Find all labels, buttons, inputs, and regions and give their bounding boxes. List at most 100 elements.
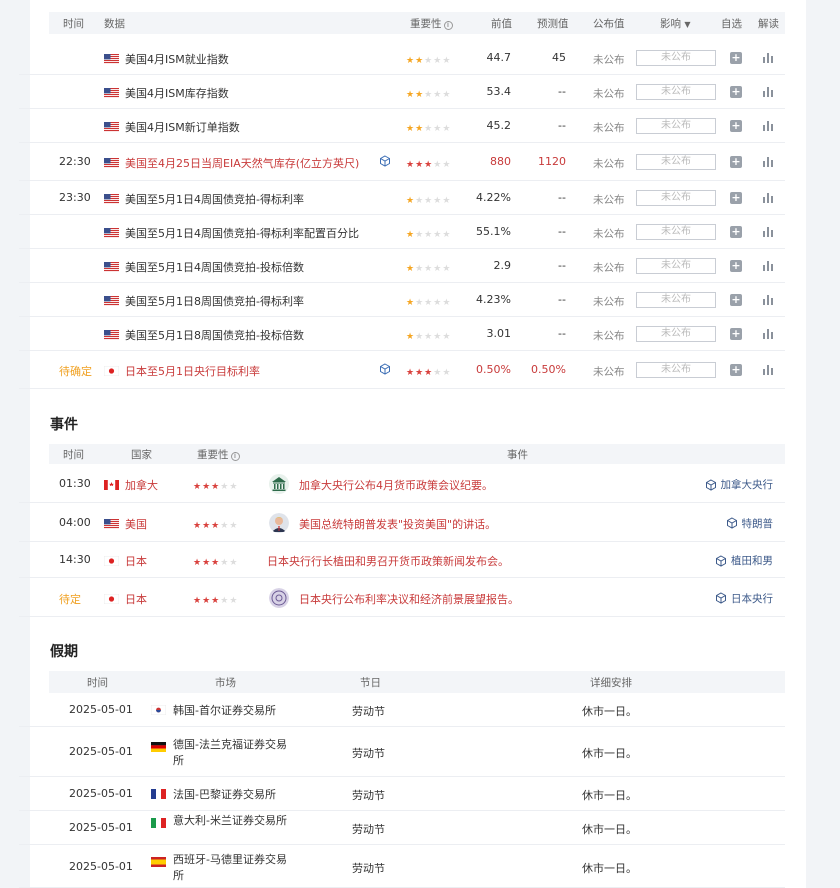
row-forecast: -- — [558, 85, 566, 98]
event-text[interactable]: 日本央行行长植田和男召开货币政策新闻发布会。 — [267, 553, 509, 569]
row-stars: ★ ★ ★ ★ ★ — [406, 87, 450, 100]
cube-icon[interactable] — [715, 554, 727, 567]
chart-bars-icon[interactable] — [762, 328, 774, 340]
col-importance[interactable]: 重要性 i — [410, 16, 453, 31]
add-watch-button[interactable]: + — [730, 294, 742, 306]
chart-bars-icon[interactable] — [762, 120, 774, 132]
row-prev: 44.7 — [486, 51, 512, 64]
event-row[interactable]: 14:30 日本 ★ ★ ★ ★ ★ 日本央行行长植田和男召开货币政策新闻发布会。 植田… — [19, 542, 785, 578]
interpret-link[interactable] — [762, 364, 774, 379]
event-text[interactable]: 日本央行公布利率决议和经济前景展望报告。 — [299, 591, 519, 607]
add-watch-button[interactable]: + — [730, 156, 742, 168]
holiday-detail: 休市一日。 — [582, 705, 637, 718]
data-row[interactable]: 待确定 日本至5月1日央行目标利率 ★ ★ ★ ★ ★ 0.50% 0.50% 未公布 … — [19, 351, 785, 389]
cube-icon[interactable] — [715, 592, 727, 604]
cube-icon[interactable] — [705, 478, 717, 491]
event-stars: ★ ★ ★ ★ ★ — [193, 479, 237, 492]
ho-col-detail: 详细安排 — [590, 676, 632, 689]
data-row[interactable]: 美国至5月1日4周国债竞拍-投标倍数 ★ ★ ★ ★ ★ 2.9 -- 未公布 未公布 … — [19, 249, 785, 283]
cube-link[interactable] — [379, 155, 391, 170]
row-name[interactable]: 美国4月ISM库存指数 — [125, 85, 229, 101]
add-watch-button[interactable]: + — [730, 120, 742, 132]
row-name[interactable]: 日本至5月1日央行目标利率 — [125, 363, 260, 379]
chart-bars-icon[interactable] — [762, 86, 774, 98]
event-text[interactable]: 加拿大央行公布4月货币政策会议纪要。 — [299, 477, 493, 493]
cube-icon[interactable] — [726, 517, 738, 529]
ev-col-importance: 重要性 i — [197, 447, 240, 462]
row-name[interactable]: 美国至5月1日4周国债竞拍-得标利率 — [125, 191, 304, 207]
data-row[interactable]: 美国至5月1日8周国债竞拍-投标倍数 ★ ★ ★ ★ ★ 3.01 -- 未公布 未公布… — [19, 317, 785, 351]
row-name[interactable]: 美国至5月1日8周国债竞拍-投标倍数 — [125, 327, 304, 343]
event-link[interactable]: 日本央行 — [715, 591, 773, 606]
interpret-link[interactable] — [762, 192, 774, 207]
holiday-row: 2025-05-01 德国-法兰克福证券交易所 劳动节 休市一日。 — [19, 727, 785, 777]
chart-bars-icon[interactable] — [762, 192, 774, 204]
chart-bars-icon[interactable] — [762, 364, 774, 376]
info-icon[interactable]: i — [230, 451, 240, 461]
event-link[interactable]: 加拿大央行 — [705, 477, 773, 492]
interpret-link[interactable] — [762, 52, 774, 67]
add-watch-button[interactable]: + — [730, 364, 742, 376]
interpret-link[interactable] — [762, 86, 774, 101]
info-icon[interactable]: i — [443, 20, 453, 30]
event-link-label: 特朗普 — [741, 517, 774, 530]
row-name[interactable]: 美国4月ISM就业指数 — [125, 51, 229, 67]
data-row[interactable]: 美国4月ISM就业指数 ★ ★ ★ ★ ★ 44.7 45 未公布 未公布 + — [19, 41, 785, 75]
col-impact[interactable]: 影响 ▼ — [660, 16, 691, 31]
row-prev: 45.2 — [486, 119, 512, 132]
chart-bars-icon[interactable] — [762, 294, 774, 306]
data-row[interactable]: 美国至5月1日4周国债竞拍-得标利率配置百分比 ★ ★ ★ ★ ★ 55.1% -- 未… — [19, 215, 785, 249]
col-time: 时间 — [63, 17, 84, 30]
interpret-link[interactable] — [762, 260, 774, 275]
data-row[interactable]: 22:30 美国至4月25日当周EIA天然气库存(亿立方英尺) ★ ★ ★ ★ ★ 88… — [19, 143, 785, 181]
row-flag-us — [104, 192, 119, 205]
row-name[interactable]: 美国至4月25日当周EIA天然气库存(亿立方英尺) — [125, 155, 359, 171]
row-forecast: 45 — [552, 51, 566, 64]
row-forecast: -- — [558, 327, 566, 340]
event-country: 美国 — [125, 517, 147, 531]
add-watch-button[interactable]: + — [730, 260, 742, 272]
event-row[interactable]: 04:00 美国 ★ ★ ★ ★ ★ 美国总统特朗普发表"投资美国"的讲话。 特朗普 — [19, 503, 785, 542]
event-flag-jp — [104, 592, 119, 605]
chart-bars-icon[interactable] — [762, 260, 774, 272]
data-row[interactable]: 美国4月ISM库存指数 ★ ★ ★ ★ ★ 53.4 -- 未公布 未公布 + — [19, 75, 785, 109]
event-link[interactable]: 特朗普 — [726, 516, 774, 531]
add-watch-button[interactable]: + — [730, 328, 742, 340]
row-name[interactable]: 美国至5月1日8周国债竞拍-得标利率 — [125, 293, 304, 309]
interpret-link[interactable] — [762, 226, 774, 241]
cube-icon[interactable] — [379, 363, 391, 375]
event-text[interactable]: 美国总统特朗普发表"投资美国"的讲话。 — [299, 516, 496, 532]
chart-bars-icon[interactable] — [762, 226, 774, 238]
data-row[interactable]: 美国至5月1日8周国债竞拍-得标利率 ★ ★ ★ ★ ★ 4.23% -- 未公布 未公… — [19, 283, 785, 317]
row-time: 待确定 — [59, 365, 92, 378]
holiday-festival: 劳动节 — [352, 747, 385, 760]
cube-link[interactable] — [379, 363, 391, 378]
add-watch-button[interactable]: + — [730, 192, 742, 204]
holiday-market: 法国-巴黎证券交易所 — [173, 788, 276, 801]
event-row[interactable]: 01:30 加拿大 ★ ★ ★ ★ ★ 加拿大央行公布4月货币政策会议纪要。 加拿大央行 — [19, 465, 785, 503]
add-watch-button[interactable]: + — [730, 86, 742, 98]
row-forecast: -- — [558, 191, 566, 204]
row-name[interactable]: 美国至5月1日4周国债竞拍-得标利率配置百分比 — [125, 225, 359, 241]
ho-col-time: 时间 — [87, 676, 108, 689]
interpret-link[interactable] — [762, 120, 774, 135]
row-name[interactable]: 美国至5月1日4周国债竞拍-投标倍数 — [125, 259, 304, 275]
interpret-link[interactable] — [762, 328, 774, 343]
holiday-date: 2025-05-01 — [69, 821, 133, 834]
add-watch-button[interactable]: + — [730, 52, 742, 64]
chart-bars-icon[interactable] — [762, 156, 774, 168]
event-row[interactable]: 待定 日本 ★ ★ ★ ★ ★ 日本央行公布利率决议和经济前景展望报告。 日本央行 — [19, 578, 785, 617]
chart-bars-icon[interactable] — [762, 52, 774, 64]
cube-icon[interactable] — [379, 155, 391, 167]
impact-box: 未公布 — [636, 84, 716, 100]
bank-avatar-icon — [269, 474, 289, 494]
data-row[interactable]: 美国4月ISM新订单指数 ★ ★ ★ ★ ★ 45.2 -- 未公布 未公布 + — [19, 109, 785, 143]
interpret-link[interactable] — [762, 294, 774, 309]
event-link[interactable]: 植田和男 — [715, 553, 773, 568]
row-actual: 未公布 — [593, 54, 625, 66]
add-watch-button[interactable]: + — [730, 226, 742, 238]
row-name[interactable]: 美国4月ISM新订单指数 — [125, 119, 240, 135]
event-link-label: 植田和男 — [731, 555, 773, 567]
interpret-link[interactable] — [762, 156, 774, 171]
data-row[interactable]: 23:30 美国至5月1日4周国债竞拍-得标利率 ★ ★ ★ ★ ★ 4.22% -- … — [19, 181, 785, 215]
